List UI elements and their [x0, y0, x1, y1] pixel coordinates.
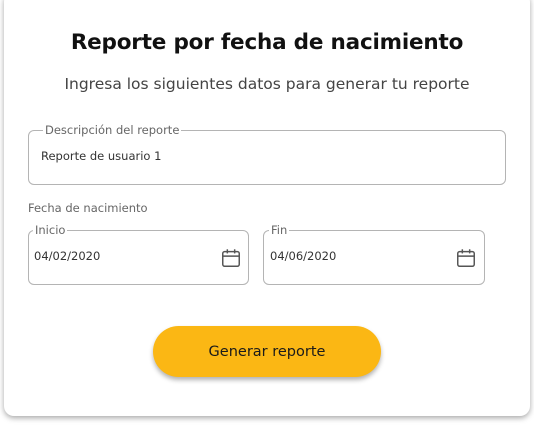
description-field-label: Descripción del reporte [43, 123, 182, 137]
description-input[interactable]: Reporte de usuario 1 [41, 149, 161, 163]
page-subtitle: Ingresa los siguientes datos para genera… [64, 75, 470, 93]
start-date-field[interactable]: Inicio 04/02/2020 [28, 223, 249, 285]
start-date-label: Inicio [33, 223, 68, 237]
calendar-icon[interactable] [220, 247, 242, 269]
end-date-input[interactable]: 04/06/2020 [270, 249, 336, 263]
start-date-input[interactable]: 04/02/2020 [34, 249, 100, 263]
birthdate-section-label: Fecha de nacimiento [28, 201, 148, 215]
end-date-label: Fin [269, 223, 290, 237]
calendar-icon[interactable] [455, 247, 477, 269]
description-field[interactable]: Descripción del reporte Reporte de usuar… [28, 123, 506, 185]
end-date-field[interactable]: Fin 04/06/2020 [263, 223, 485, 285]
page-title: Reporte por fecha de nacimiento [70, 30, 464, 55]
generate-report-button[interactable]: Generar reporte [153, 326, 381, 377]
